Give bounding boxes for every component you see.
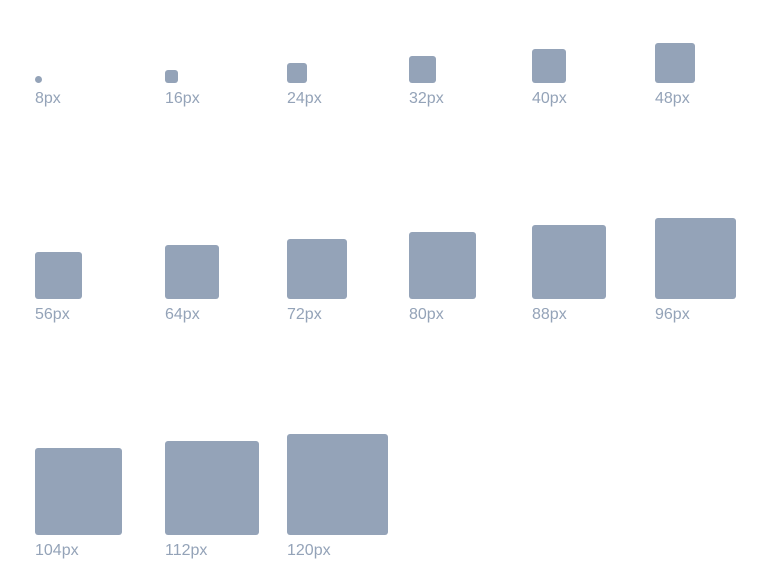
size-swatch	[165, 70, 178, 83]
size-item: 40px	[532, 0, 652, 123]
size-label: 40px	[532, 90, 567, 107]
size-swatch	[35, 448, 122, 535]
size-label: 8px	[35, 90, 61, 107]
size-label: 64px	[165, 306, 200, 323]
size-item: 56px	[35, 209, 155, 339]
size-label: 96px	[655, 306, 690, 323]
size-swatch	[655, 43, 695, 83]
size-item: 64px	[165, 209, 285, 339]
size-swatch	[165, 245, 219, 299]
size-item: 80px	[409, 209, 529, 339]
size-item: 104px	[35, 445, 155, 575]
size-label: 56px	[35, 306, 70, 323]
size-swatch	[165, 441, 259, 535]
size-item: 112px	[165, 441, 285, 575]
size-swatch	[287, 239, 347, 299]
size-label: 32px	[409, 90, 444, 107]
size-label: 16px	[165, 90, 200, 107]
size-item: 72px	[287, 209, 407, 339]
size-label: 24px	[287, 90, 322, 107]
size-item: 88px	[532, 209, 652, 339]
size-swatch	[287, 434, 388, 535]
size-label: 48px	[655, 90, 690, 107]
size-swatch	[532, 49, 566, 83]
size-item: 96px	[655, 209, 768, 339]
size-swatch	[532, 225, 606, 299]
size-item: 32px	[409, 0, 529, 123]
size-label: 112px	[165, 542, 208, 559]
size-swatch	[409, 56, 436, 83]
size-swatch	[287, 63, 307, 83]
size-swatch	[655, 218, 736, 299]
size-label: 72px	[287, 306, 322, 323]
size-swatch	[35, 252, 82, 299]
size-label: 104px	[35, 542, 79, 559]
size-item: 120px	[287, 434, 407, 575]
size-label: 80px	[409, 306, 444, 323]
size-swatch	[35, 76, 42, 83]
size-label: 120px	[287, 542, 331, 559]
size-label: 88px	[532, 306, 567, 323]
size-item: 24px	[287, 0, 407, 123]
size-swatch	[409, 232, 476, 299]
size-item: 16px	[165, 0, 285, 123]
size-item: 8px	[35, 0, 155, 123]
size-item: 48px	[655, 0, 768, 123]
